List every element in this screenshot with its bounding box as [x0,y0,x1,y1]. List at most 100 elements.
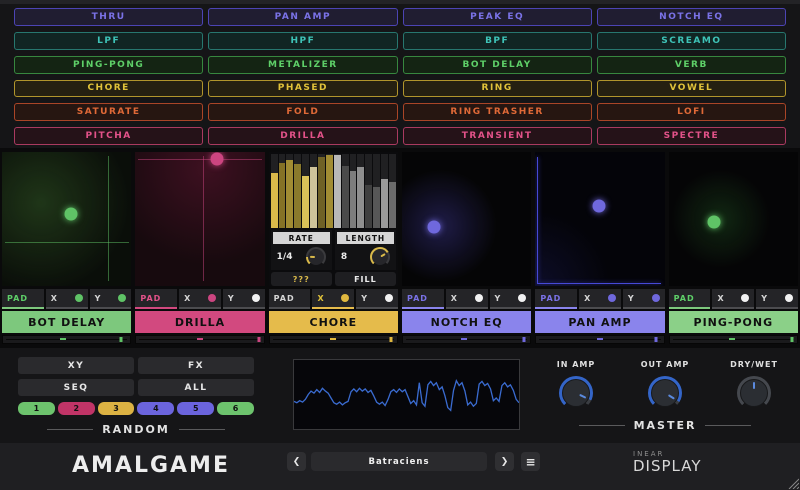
master-dry-wet-knob[interactable] [737,376,771,410]
random-slot-6-button[interactable]: 6 [217,402,254,415]
seq-step-13[interactable] [365,154,372,228]
fx-button-screamo[interactable]: SCREAMO [597,32,786,50]
fx-button-vowel[interactable]: VOWEL [597,80,786,98]
seq-step-4[interactable] [294,154,301,228]
pad-display-2[interactable] [135,152,264,286]
seq-random-button[interactable]: ??? [271,272,332,286]
pad-3-tab-pad[interactable]: PAD [269,289,311,309]
pad-5-mix-slider[interactable] [535,335,664,344]
pad-6-mix-slider[interactable] [669,335,798,344]
fx-button-bpf[interactable]: BPF [403,32,592,50]
pad-1-tab-x[interactable]: X [46,289,88,309]
fx-button-metalizer[interactable]: METALIZER [208,56,397,74]
fx-button-drilla[interactable]: DRILLA [208,127,397,145]
resize-grip-icon[interactable] [786,476,799,489]
seq-step-15[interactable] [381,154,388,228]
pad-effect-button-chore[interactable]: CHORE [269,311,398,333]
master-in-amp-knob[interactable] [559,376,593,410]
slider-level-marker[interactable] [389,337,392,342]
pad-4-tab-x[interactable]: X [446,289,488,309]
fx-button-notch-eq[interactable]: NOTCH EQ [597,8,786,26]
xy-position-dot[interactable] [592,199,605,212]
pad-5-tab-x[interactable]: X [579,289,621,309]
preset-next-button[interactable]: ❯ [495,452,514,471]
fx-button-hpf[interactable]: HPF [208,32,397,50]
random-slot-5-button[interactable]: 5 [177,402,214,415]
pad-1-mix-slider[interactable] [2,335,131,344]
seq-step-1[interactable] [271,154,278,228]
pad-effect-button-notch-eq[interactable]: NOTCH EQ [402,311,531,333]
pad-4-tab-y[interactable]: Y [490,289,532,309]
fx-button-verb[interactable]: VERB [597,56,786,74]
random-xy-button[interactable]: XY [18,357,134,374]
pad-display-6[interactable] [669,152,798,286]
slider-level-marker[interactable] [655,337,658,342]
xy-position-dot[interactable] [428,221,441,234]
pad-effect-button-drilla[interactable]: DRILLA [135,311,264,333]
xy-position-dot[interactable] [64,207,77,220]
pad-3-mix-slider[interactable] [269,335,398,344]
fx-button-transient[interactable]: TRANSIENT [403,127,592,145]
seq-length-knob[interactable] [370,247,390,267]
pad-effect-button-bot-delay[interactable]: BOT DELAY [2,311,131,333]
seq-step-2[interactable] [279,154,286,228]
seq-step-3[interactable] [286,154,293,228]
pad-effect-button-pan-amp[interactable]: PAN AMP [535,311,664,333]
seq-step-10[interactable] [342,154,349,228]
pad-display-4[interactable] [402,152,531,286]
fx-button-spectre[interactable]: SPECTRE [597,127,786,145]
seq-rate-knob[interactable] [306,247,326,267]
random-slot-1-button[interactable]: 1 [18,402,55,415]
pad-1-tab-pad[interactable]: PAD [2,289,44,309]
pad-4-tab-pad[interactable]: PAD [402,289,444,309]
random-slot-4-button[interactable]: 4 [137,402,174,415]
pad-6-tab-x[interactable]: X [712,289,754,309]
fx-button-pan-amp[interactable]: PAN AMP [208,8,397,26]
preset-name-field[interactable]: Batraciens [311,452,487,471]
slider-level-marker[interactable] [790,337,793,342]
slider-level-marker[interactable] [120,337,123,342]
pad-display-3[interactable]: RATE1/4LENGTH8???FILL [269,152,398,286]
pad-2-tab-y[interactable]: Y [223,289,265,309]
fx-button-ping-pong[interactable]: PING-PONG [14,56,203,74]
fx-button-lofi[interactable]: LOFI [597,103,786,121]
fx-button-ring[interactable]: RING [403,80,592,98]
seq-step-8[interactable] [326,154,333,228]
random-fx-button[interactable]: FX [138,357,254,374]
seq-fill-button[interactable]: FILL [335,272,396,286]
pad-6-tab-pad[interactable]: PAD [669,289,711,309]
slider-level-marker[interactable] [257,337,260,342]
random-slot-2-button[interactable]: 2 [58,402,95,415]
xy-position-dot[interactable] [707,215,720,228]
master-out-amp-knob[interactable] [648,376,682,410]
xy-position-dot[interactable] [210,153,223,166]
seq-step-7[interactable] [318,154,325,228]
preset-menu-button[interactable]: ≡ [521,452,540,471]
fx-button-pitcha[interactable]: PITCHA [14,127,203,145]
pad-2-tab-x[interactable]: X [179,289,221,309]
fx-button-saturate[interactable]: SATURATE [14,103,203,121]
fx-button-bot-delay[interactable]: BOT DELAY [403,56,592,74]
seq-step-5[interactable] [302,154,309,228]
pad-3-tab-y[interactable]: Y [356,289,398,309]
pad-3-tab-x[interactable]: X [312,289,354,309]
fx-button-ring-trasher[interactable]: RING TRASHER [403,103,592,121]
preset-prev-button[interactable]: ❮ [287,452,306,471]
seq-step-11[interactable] [350,154,357,228]
slider-level-marker[interactable] [522,337,525,342]
fx-button-phased[interactable]: PHASED [208,80,397,98]
random-seq-button[interactable]: SEQ [18,379,134,396]
fx-button-peak-eq[interactable]: PEAK EQ [403,8,592,26]
seq-step-12[interactable] [357,154,364,228]
fx-button-lpf[interactable]: LPF [14,32,203,50]
pad-display-1[interactable] [2,152,131,286]
random-all-button[interactable]: ALL [138,379,254,396]
fx-button-thru[interactable]: THRU [14,8,203,26]
pad-2-tab-pad[interactable]: PAD [135,289,177,309]
fx-button-fold[interactable]: FOLD [208,103,397,121]
pad-display-5[interactable] [535,152,664,286]
fx-button-chore[interactable]: CHORE [14,80,203,98]
pad-6-tab-y[interactable]: Y [756,289,798,309]
pad-5-tab-pad[interactable]: PAD [535,289,577,309]
seq-step-6[interactable] [310,154,317,228]
